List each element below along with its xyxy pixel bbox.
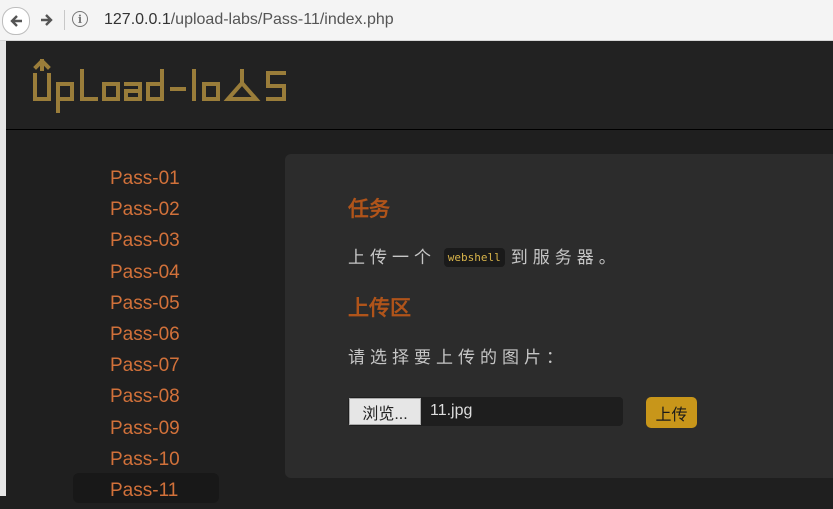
sidebar-item-pass-02[interactable]: Pass-02 <box>110 197 180 228</box>
webshell-code: webshell <box>443 248 505 267</box>
sidebar-item-pass-11[interactable]: Pass-11 <box>110 478 180 509</box>
upload-area-heading: 上传区 <box>348 297 411 320</box>
browse-button[interactable]: 浏览... <box>349 398 421 425</box>
site-logo[interactable] <box>32 58 322 120</box>
browser-toolbar: i 127.0.0.1/upload-labs/Pass-11/index.ph… <box>0 0 833 41</box>
back-button[interactable] <box>2 7 30 35</box>
upload-labs-logo <box>33 58 286 113</box>
address-bar[interactable]: 127.0.0.1/upload-labs/Pass-11/index.php <box>104 11 394 29</box>
page-header <box>6 41 833 130</box>
sidebar-item-pass-06[interactable]: Pass-06 <box>110 322 180 353</box>
task-heading: 任务 <box>348 198 390 221</box>
task-description: 上传一个 webshell 到服务器。 <box>348 243 621 268</box>
task-text-before: 上传一个 <box>348 248 436 267</box>
sidebar-item-pass-05[interactable]: Pass-05 <box>110 291 180 322</box>
sidebar-item-pass-09[interactable]: Pass-09 <box>110 416 180 447</box>
sidebar-menu: Pass-01 Pass-02 Pass-03 Pass-04 Pass-05 … <box>110 166 180 509</box>
sidebar-item-pass-04[interactable]: Pass-04 <box>110 260 180 291</box>
upload-button[interactable]: 上传 <box>646 397 697 428</box>
task-text-after: 到服务器。 <box>510 248 621 267</box>
sidebar-item-pass-03[interactable]: Pass-03 <box>110 228 180 259</box>
forward-button[interactable] <box>34 7 60 33</box>
info-icon[interactable]: i <box>72 11 88 27</box>
sidebar-item-pass-07[interactable]: Pass-07 <box>110 353 180 384</box>
choose-image-label: 请选择要上传的图片： <box>348 348 568 367</box>
sidebar-item-pass-10[interactable]: Pass-10 <box>110 447 180 478</box>
sidebar-item-pass-01[interactable]: Pass-01 <box>110 166 180 197</box>
selected-file-name: 11.jpg <box>430 402 473 419</box>
url-path: /upload-labs/Pass-11/index.php <box>170 11 394 28</box>
toolbar-divider <box>64 10 65 30</box>
url-host: 127.0.0.1 <box>104 11 171 28</box>
arrow-right-icon <box>41 14 53 26</box>
sidebar-item-pass-08[interactable]: Pass-08 <box>110 384 180 415</box>
arrow-left-icon <box>10 15 22 27</box>
